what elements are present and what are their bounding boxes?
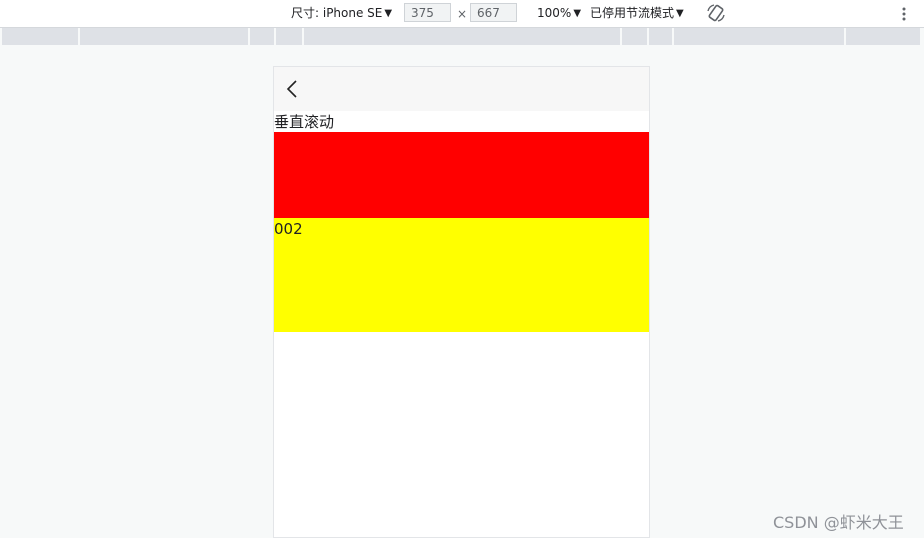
scroll-item: 002	[274, 218, 649, 332]
device-select[interactable]: 尺寸: iPhone SE ▼	[291, 0, 392, 27]
section-title: 垂直滚动	[274, 113, 335, 131]
width-input[interactable]: 375	[404, 3, 451, 22]
ruler-divider	[248, 28, 250, 45]
devtools-device-toolbar: 尺寸: iPhone SE ▼ 375 × 667 100% ▼ 已停用节流模式 ▼	[0, 0, 924, 28]
media-query-ruler[interactable]	[2, 28, 920, 45]
device-select-label: 尺寸: iPhone SE	[291, 6, 383, 20]
watermark: CSDN @虾米大王	[773, 513, 904, 532]
ruler-divider	[274, 28, 276, 45]
throttling-select[interactable]: 已停用节流模式 ▼	[590, 0, 684, 27]
ruler-divider	[672, 28, 674, 45]
chevron-left-icon[interactable]	[284, 77, 300, 101]
device-viewport: 垂直滚动 002	[273, 66, 650, 538]
ruler-divider	[302, 28, 304, 45]
more-vertical-icon[interactable]	[896, 5, 912, 23]
scroll-item	[274, 132, 649, 218]
zoom-select[interactable]: 100% ▼	[537, 0, 581, 27]
ruler-divider	[78, 28, 80, 45]
zoom-select-label: 100%	[537, 6, 572, 20]
device-dropdown-icon: ▼	[384, 8, 393, 19]
zoom-dropdown-icon: ▼	[573, 8, 582, 19]
throttling-dropdown-icon: ▼	[676, 8, 684, 19]
ruler-divider	[620, 28, 622, 45]
dimension-separator: ×	[457, 7, 468, 21]
ruler-divider	[647, 28, 649, 45]
throttling-select-label: 已停用节流模式	[590, 6, 675, 20]
nav-bar	[274, 67, 649, 111]
ruler-divider	[844, 28, 846, 45]
height-input[interactable]: 667	[470, 3, 517, 22]
vertical-scroll-view[interactable]: 002	[274, 132, 649, 332]
rotate-icon[interactable]	[705, 3, 727, 23]
